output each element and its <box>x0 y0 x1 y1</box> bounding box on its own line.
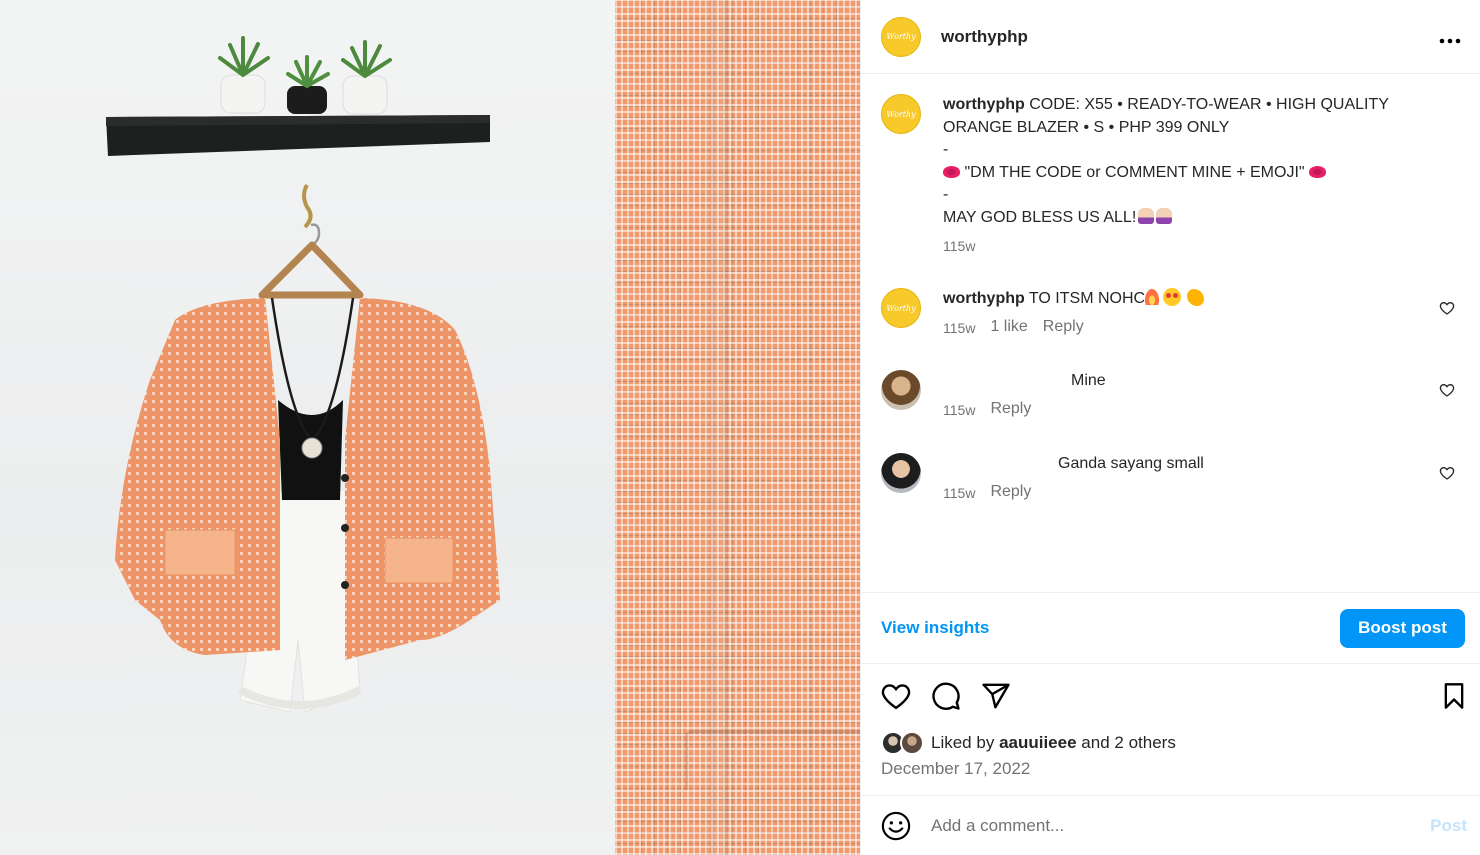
post-actions <box>881 678 1469 714</box>
liker-avatars[interactable] <box>881 731 927 755</box>
comments-scroll-area[interactable]: Worthy worthyphp CODE: X55 • READY-TO-WE… <box>861 74 1480 592</box>
author-avatar[interactable]: Worthy <box>881 16 921 57</box>
post-caption: Worthy worthyphp CODE: X55 • READY-TO-WE… <box>881 94 1461 258</box>
comment-composer: Post <box>861 795 1480 855</box>
liked-by-prefix: Liked by <box>931 733 995 752</box>
comment-body: worthyphp TO ITSM NOHC 115w 1 like Reply <box>943 288 1423 338</box>
kiss-lips-icon <box>1309 165 1327 178</box>
comment-meta: 115w Reply <box>943 400 1423 420</box>
liked-by-user[interactable]: aauuiieee <box>999 733 1077 753</box>
post-date[interactable]: December 17, 2022 <box>881 759 1030 779</box>
comment-heart-icon[interactable] <box>1439 465 1455 481</box>
share-send-icon[interactable] <box>981 681 1011 711</box>
post-header: Worthy worthyphp <box>861 0 1480 74</box>
boost-post-button[interactable]: Boost post <box>1340 608 1465 648</box>
post-comment-button[interactable]: Post <box>1430 816 1467 836</box>
comment-reply-button[interactable]: Reply <box>1043 318 1084 338</box>
caption-dm-text: "DM THE CODE or COMMENT MINE + EMOJI" <box>964 163 1305 181</box>
comment-text: worthyphp TO ITSM NOHC <box>943 288 1423 310</box>
blazer-illustration <box>106 36 500 713</box>
praying-hands-icon <box>1156 207 1173 224</box>
comment-reply-button[interactable]: Reply <box>990 400 1031 420</box>
logo-text: Worthy <box>886 109 916 119</box>
comment-body: Ganda sayang small 115w Reply <box>943 453 1423 503</box>
comment-input[interactable] <box>931 815 1431 836</box>
comment-heart-icon[interactable] <box>1439 300 1455 316</box>
praying-hands-icon <box>1138 207 1155 224</box>
comment-text: Mine <box>943 370 1423 392</box>
author-username[interactable]: worthyphp <box>941 27 1028 47</box>
caption-body: worthyphp CODE: X55 • READY-TO-WEAR • HI… <box>943 94 1443 258</box>
view-insights-link[interactable]: View insights <box>881 618 989 638</box>
caption-username[interactable]: worthyphp <box>943 96 1025 113</box>
fire-icon <box>1145 289 1160 305</box>
logo-text: Worthy <box>886 303 916 313</box>
comment-like-count[interactable]: 1 like <box>990 318 1027 338</box>
liked-by-row: Liked by aauuiieee and 2 others <box>881 731 1176 755</box>
fabric-closeup-photo <box>615 0 860 855</box>
caption-author-avatar[interactable]: Worthy <box>881 94 921 134</box>
comment-item: Ganda sayang small 115w Reply <box>881 453 1461 503</box>
comment-heart-icon[interactable] <box>1439 382 1455 398</box>
comment-reply-button[interactable]: Reply <box>990 483 1031 503</box>
comment-timestamp[interactable]: 115w <box>943 400 975 420</box>
logo-text: Worthy <box>886 32 916 41</box>
comment-body: Mine 115w Reply <box>943 370 1423 420</box>
comment-meta: 115w 1 like Reply <box>943 318 1423 338</box>
comment-timestamp[interactable]: 115w <box>943 318 975 338</box>
caption-dash: - <box>943 186 949 203</box>
comment-item: Mine 115w Reply <box>881 370 1461 420</box>
liked-by-others[interactable]: 2 others <box>1114 733 1175 753</box>
comment-username[interactable]: worthyphp <box>943 290 1025 307</box>
fabric-pocket-edge <box>685 730 860 790</box>
comment-timestamp[interactable]: 115w <box>943 483 975 503</box>
caption-timestamp[interactable]: 115w <box>943 235 1443 258</box>
caption-dash: - <box>943 141 949 158</box>
comment-avatar[interactable] <box>881 370 921 410</box>
post-side-panel: Worthy worthyphp Worthy worthyphp CODE: … <box>860 0 1480 855</box>
save-bookmark-icon[interactable] <box>1439 681 1469 711</box>
clapping-hands-icon <box>1187 289 1205 306</box>
comment-content: TO ITSM NOHC <box>1024 290 1146 307</box>
blazer-photo <box>0 0 615 855</box>
liked-by-suffix: and <box>1081 733 1110 752</box>
comment-bubble-icon[interactable] <box>931 681 961 711</box>
comment-text: Ganda sayang small <box>943 453 1423 475</box>
comment-meta: 115w Reply <box>943 483 1423 503</box>
instagram-post-view: Worthy worthyphp Worthy worthyphp CODE: … <box>0 0 1480 855</box>
caption-blessing: MAY GOD BLESS US ALL! <box>943 208 1137 226</box>
comment-item: Worthy worthyphp TO ITSM NOHC 115w 1 lik… <box>881 288 1461 338</box>
more-options-icon[interactable] <box>1439 24 1461 50</box>
comment-content: Mine <box>1071 372 1106 389</box>
fabric-seam <box>710 0 728 855</box>
comment-avatar[interactable]: Worthy <box>881 288 921 328</box>
insights-bar: View insights Boost post <box>861 592 1480 664</box>
comment-avatar[interactable] <box>881 453 921 493</box>
kiss-lips-icon <box>943 165 960 178</box>
post-media-carousel[interactable] <box>0 0 860 855</box>
emoji-smiley-icon[interactable] <box>881 811 911 841</box>
comment-content: Ganda sayang small <box>1058 455 1204 472</box>
heart-eyes-icon <box>1163 288 1182 306</box>
like-heart-icon[interactable] <box>881 681 911 711</box>
